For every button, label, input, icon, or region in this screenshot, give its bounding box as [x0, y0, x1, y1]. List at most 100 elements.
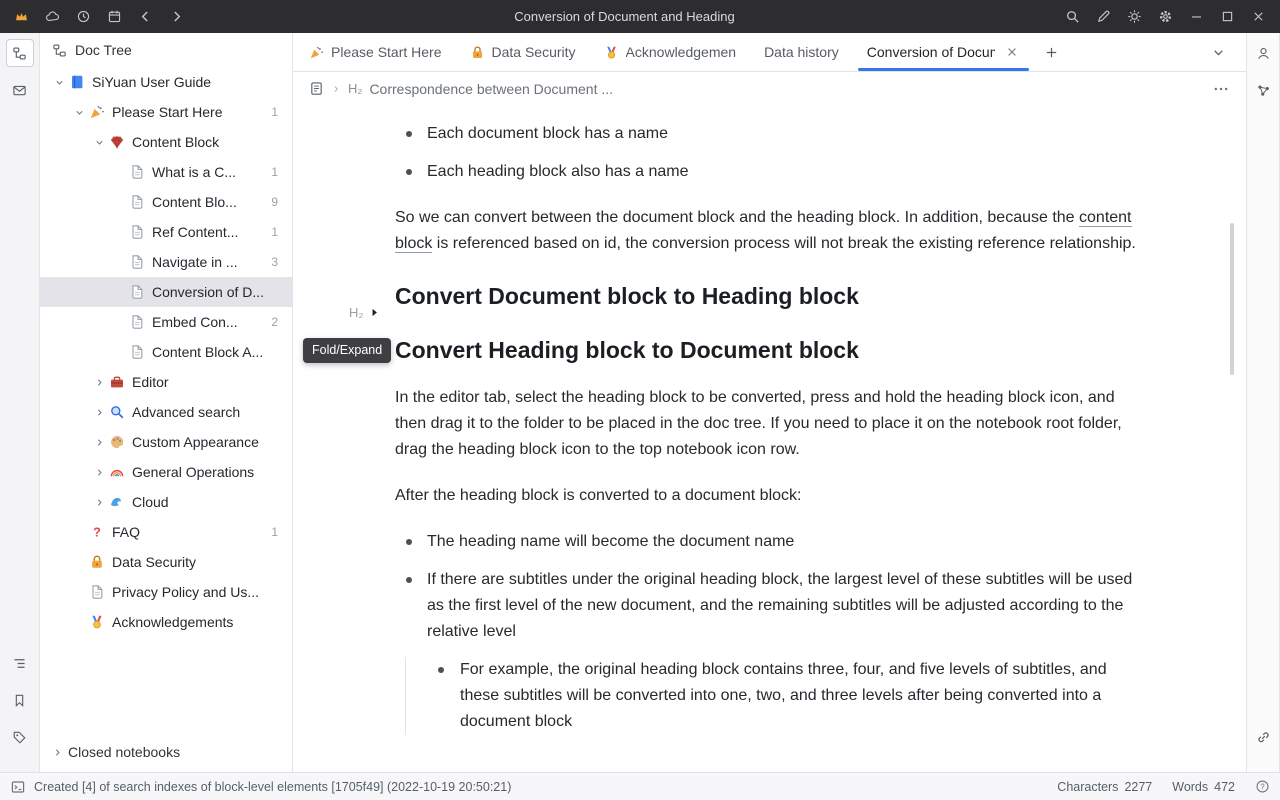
edit-icon[interactable]	[1088, 3, 1119, 30]
history-icon[interactable]	[68, 3, 99, 30]
tree-item-icon	[109, 434, 125, 450]
doc-tree-item[interactable]: Custom Appearance	[40, 427, 292, 457]
tree-item-icon	[129, 254, 145, 270]
tab-list-menu-button[interactable]	[1203, 39, 1234, 66]
doc-tree-item[interactable]: SiYuan User Guide	[40, 67, 292, 97]
doc-tree-item[interactable]: Ref Content... 1	[40, 217, 292, 247]
doc-tree-item[interactable]: General Operations	[40, 457, 292, 487]
tree-arrow-icon[interactable]	[70, 614, 89, 630]
graph-icon[interactable]	[1249, 76, 1277, 104]
account-icon[interactable]	[1249, 39, 1277, 67]
crown-icon[interactable]	[6, 3, 37, 30]
list-item[interactable]: Each heading block also has a name	[395, 159, 1136, 185]
paragraph[interactable]: In the editor tab, select the heading bl…	[395, 385, 1136, 463]
breadcrumb-heading-title[interactable]: Correspondence between Document ...	[369, 81, 613, 97]
doc-tree-item[interactable]: Navigate in ... 3	[40, 247, 292, 277]
tree-arrow-icon[interactable]	[90, 464, 109, 480]
close-icon[interactable]	[1243, 3, 1274, 30]
doc-tree-item[interactable]: Embed Con... 2	[40, 307, 292, 337]
tab-label: Data history	[764, 44, 839, 60]
editor-scrollbar[interactable]	[1230, 223, 1234, 375]
doc-tree-item[interactable]: Editor	[40, 367, 292, 397]
doc-tree-item[interactable]: Content Block	[40, 127, 292, 157]
tree-arrow-icon[interactable]	[110, 224, 129, 240]
doc-tree-item[interactable]: ? FAQ 1	[40, 517, 292, 547]
tree-arrow-icon[interactable]	[70, 104, 89, 120]
doc-tree-item[interactable]: What is a C... 1	[40, 157, 292, 187]
tree-item-icon	[109, 404, 125, 420]
tree-arrow-icon[interactable]	[110, 284, 129, 300]
tree-arrow-icon[interactable]	[50, 74, 69, 90]
tree-arrow-icon[interactable]	[70, 584, 89, 600]
tag-icon[interactable]	[6, 723, 34, 751]
doc-tree-item[interactable]: Acknowledgements	[40, 607, 292, 637]
document-icon[interactable]	[309, 81, 324, 96]
tree-arrow-icon[interactable]	[110, 344, 129, 360]
tree-arrow-icon[interactable]	[70, 554, 89, 570]
tree-arrow-icon[interactable]	[70, 524, 89, 540]
tab-close-icon[interactable]	[1004, 44, 1020, 60]
heading-convert-doc-to-heading[interactable]: Convert Document block to Heading block	[395, 281, 1136, 311]
tree-arrow-icon[interactable]	[110, 164, 129, 180]
tree-arrow-icon[interactable]	[110, 314, 129, 330]
doc-tree-item[interactable]: Content Block A...	[40, 337, 292, 367]
minimize-icon[interactable]	[1181, 3, 1212, 30]
doc-tree-item[interactable]: Data Security	[40, 547, 292, 577]
list-item[interactable]: Each document block has a name	[395, 121, 1136, 147]
tree-item-icon	[129, 224, 145, 240]
doc-tree-item[interactable]: Advanced search	[40, 397, 292, 427]
cloud-icon[interactable]	[37, 3, 68, 30]
list-item[interactable]: For example, the original heading block …	[406, 657, 1136, 735]
outline-icon[interactable]	[6, 649, 34, 677]
breadcrumb: H₂ Correspondence between Document ...	[293, 72, 1246, 105]
maximize-icon[interactable]	[1212, 3, 1243, 30]
help-icon[interactable]: ?	[1255, 779, 1270, 794]
heading-convert-heading-to-doc[interactable]: Convert Heading block to Document block	[395, 335, 1136, 365]
doc-tree-title: Doc Tree	[75, 42, 132, 58]
tree-item-icon	[69, 74, 85, 90]
closed-notebooks-toggle[interactable]: Closed notebooks	[40, 732, 292, 772]
more-icon[interactable]	[1212, 80, 1230, 98]
tab[interactable]: Data history	[750, 33, 853, 71]
doc-tree-item[interactable]: Cloud	[40, 487, 292, 517]
new-tab-button[interactable]	[1034, 39, 1070, 66]
doc-tree-item[interactable]: Conversion of D...	[40, 277, 292, 307]
settings-icon[interactable]	[1150, 3, 1181, 30]
forward-icon[interactable]	[161, 3, 192, 30]
fold-expand-tooltip: Fold/Expand	[303, 338, 391, 363]
tree-arrow-icon[interactable]	[90, 404, 109, 420]
bullet-list: The heading name will become the documen…	[395, 529, 1136, 735]
tree-arrow-icon[interactable]	[90, 434, 109, 450]
doc-tree-item[interactable]: Privacy Policy and Us...	[40, 577, 292, 607]
link-icon[interactable]	[1249, 723, 1277, 751]
tree-arrow-icon[interactable]	[90, 134, 109, 150]
back-icon[interactable]	[130, 3, 161, 30]
tree-arrow-icon[interactable]	[90, 374, 109, 390]
daily-note-icon[interactable]	[99, 3, 130, 30]
theme-icon[interactable]	[1119, 3, 1150, 30]
paragraph[interactable]: After the heading block is converted to …	[395, 483, 1136, 509]
list-item[interactable]: If there are subtitles under the origina…	[395, 567, 1136, 735]
tree-item-count: 3	[271, 255, 278, 269]
tree-item-label: Advanced search	[132, 404, 272, 420]
tree-arrow-icon[interactable]	[110, 194, 129, 210]
words-label: Words	[1172, 780, 1208, 794]
tab[interactable]: Data Security	[456, 33, 590, 71]
tree-arrow-icon[interactable]	[110, 254, 129, 270]
tab[interactable]: Conversion of Docum	[853, 33, 1034, 71]
paragraph[interactable]: So we can convert between the document b…	[395, 205, 1136, 257]
doc-tree-item[interactable]: Content Blo... 9	[40, 187, 292, 217]
search-icon[interactable]	[1057, 3, 1088, 30]
status-dialog-icon[interactable]	[10, 779, 26, 795]
doc-tree-icon[interactable]	[6, 39, 34, 67]
list-item-text: For example, the original heading block …	[460, 661, 1107, 730]
inbox-icon[interactable]	[6, 76, 34, 104]
tab[interactable]: Please Start Here	[295, 33, 456, 71]
list-item[interactable]: The heading name will become the documen…	[395, 529, 1136, 555]
doc-tree-item[interactable]: Please Start Here 1	[40, 97, 292, 127]
tab[interactable]: Acknowledgemen	[590, 33, 751, 71]
tree-arrow-icon[interactable]	[90, 494, 109, 510]
words-value: 472	[1214, 780, 1235, 794]
bookmark-icon[interactable]	[6, 686, 34, 714]
fold-arrow-icon[interactable]	[368, 306, 381, 319]
